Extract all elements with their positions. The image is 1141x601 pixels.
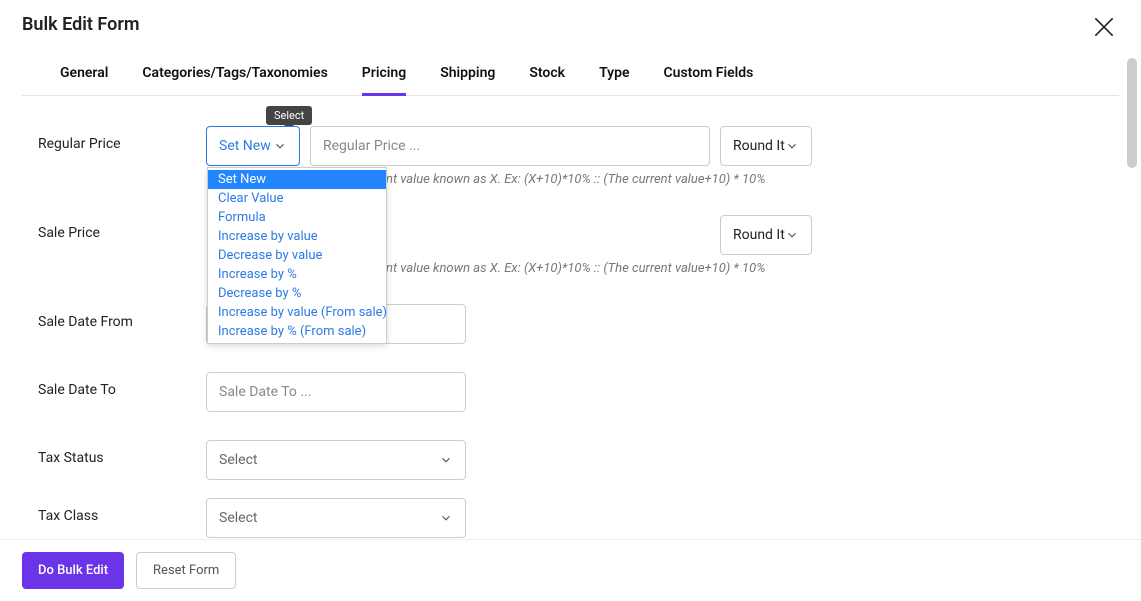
chevron-down-icon [439, 511, 453, 525]
dd-option-increase-value[interactable]: Increase by value [208, 227, 386, 246]
dd-option-increase-percent-from-sale[interactable]: Increase by % (From sale) [208, 322, 386, 341]
regular-price-input[interactable]: Regular Price ... [310, 126, 710, 166]
dd-option-decrease-percent[interactable]: Decrease by % [208, 284, 386, 303]
regular-price-operation-value: Set New [219, 138, 271, 154]
row-sale-date-to: Sale Date To Sale Date To ... [38, 372, 1085, 412]
row-regular-price: Select Regular Price Set New Set New Cle… [38, 126, 1085, 187]
modal-title: Bulk Edit Form [0, 0, 1141, 45]
label-sale-date-from: Sale Date From [38, 304, 206, 330]
label-tax-status: Tax Status [38, 440, 206, 466]
operation-dropdown: Set New Clear Value Formula Increase by … [207, 167, 387, 344]
dd-option-decrease-value[interactable]: Decrease by value [208, 246, 386, 265]
row-tax-class: Tax Class Select [38, 498, 1085, 538]
bulk-edit-modal: Bulk Edit Form General Categories/Tags/T… [0, 0, 1141, 601]
form-body: Select Regular Price Set New Set New Cle… [0, 102, 1123, 539]
chevron-down-icon [273, 139, 287, 153]
tax-class-select[interactable]: Select [206, 498, 466, 538]
row-sale-date-from: Sale Date From [38, 304, 1085, 344]
sale-price-round-select[interactable]: Round Item [720, 215, 812, 255]
dd-option-formula[interactable]: Formula [208, 208, 386, 227]
sale-date-to-input[interactable]: Sale Date To ... [206, 372, 466, 412]
regular-price-placeholder: Regular Price ... [323, 138, 420, 154]
tab-stock[interactable]: Stock [529, 55, 565, 95]
label-sale-date-to: Sale Date To [38, 372, 206, 398]
close-icon [1091, 14, 1117, 40]
select-tooltip: Select [266, 106, 312, 125]
regular-price-operation-select[interactable]: Set New Set New Clear Value Formula Incr… [206, 126, 300, 166]
row-tax-status: Tax Status Select [38, 440, 1085, 480]
regular-price-round-select[interactable]: Round Item [720, 126, 812, 166]
do-bulk-edit-button[interactable]: Do Bulk Edit [22, 552, 124, 589]
label-regular-price: Regular Price [38, 126, 206, 152]
sale-price-round-value: Round Item [733, 227, 785, 243]
vertical-scrollbar[interactable] [1127, 58, 1137, 539]
tab-bar: General Categories/Tags/Taxonomies Prici… [22, 55, 1119, 96]
chevron-down-icon [785, 139, 799, 153]
modal-footer: Do Bulk Edit Reset Form [0, 539, 1141, 601]
tax-status-value: Select [219, 452, 257, 468]
chevron-down-icon [439, 453, 453, 467]
regular-price-round-value: Round Item [733, 138, 785, 154]
close-button[interactable] [1091, 14, 1117, 40]
dd-option-set-new[interactable]: Set New [208, 170, 386, 189]
tab-categories[interactable]: Categories/Tags/Taxonomies [142, 55, 327, 95]
tab-custom-fields[interactable]: Custom Fields [664, 55, 754, 95]
tax-status-select[interactable]: Select [206, 440, 466, 480]
chevron-down-icon [785, 228, 799, 242]
dd-option-clear-value[interactable]: Clear Value [208, 189, 386, 208]
dd-option-increase-value-from-sale[interactable]: Increase by value (From sale) [208, 303, 386, 322]
tab-general[interactable]: General [60, 55, 108, 95]
tax-class-value: Select [219, 510, 257, 526]
label-sale-price: Sale Price [38, 215, 206, 241]
tab-shipping[interactable]: Shipping [440, 55, 495, 95]
tab-pricing[interactable]: Pricing [362, 55, 406, 95]
row-sale-price: Sale Price Round Item nt value known as … [38, 215, 1085, 276]
reset-form-button[interactable]: Reset Form [136, 552, 236, 589]
dd-option-increase-percent[interactable]: Increase by % [208, 265, 386, 284]
label-tax-class: Tax Class [38, 498, 206, 524]
tab-type[interactable]: Type [599, 55, 629, 95]
scroll-thumb[interactable] [1127, 58, 1137, 168]
sale-date-to-placeholder: Sale Date To ... [219, 384, 311, 400]
